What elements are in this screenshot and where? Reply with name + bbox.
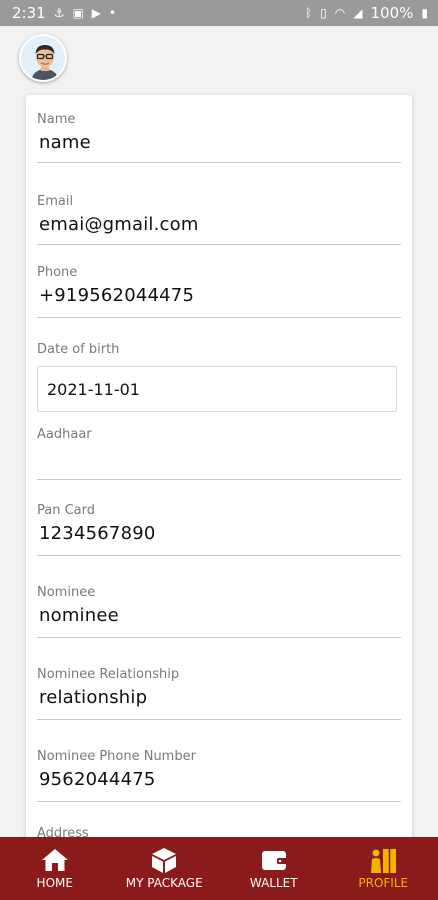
avatar[interactable] xyxy=(19,34,67,82)
nav-home-label: HOME xyxy=(36,876,73,890)
phone-label: Phone xyxy=(37,265,78,280)
aadhaar-label: Aadhaar xyxy=(37,427,92,442)
nominee-relationship-field[interactable]: Nominee Relationship relationship xyxy=(37,667,401,720)
package-icon xyxy=(150,846,178,874)
avatar-image xyxy=(21,36,65,80)
dob-input[interactable]: 2021-11-01 xyxy=(37,366,397,412)
nav-wallet[interactable]: WALLET xyxy=(219,837,329,900)
phone-value[interactable]: +919562044475 xyxy=(37,284,401,308)
nominee-relationship-underline xyxy=(37,719,401,720)
nav-wallet-label: WALLET xyxy=(249,876,298,890)
profile-form-card: Name name Email emai@gmail.com Phone +91… xyxy=(26,95,412,855)
aadhaar-underline xyxy=(37,479,401,480)
bluetooth-icon: ᛒ xyxy=(304,6,313,20)
pan-label: Pan Card xyxy=(37,503,96,518)
name-underline xyxy=(37,162,401,163)
status-left: 2:31 ⚓ ▣ ▶ • xyxy=(12,4,116,22)
phone-underline xyxy=(37,317,401,318)
name-label: Name xyxy=(37,112,76,127)
phone-field[interactable]: Phone +919562044475 xyxy=(37,265,401,318)
profile-icon xyxy=(368,846,398,874)
nav-my-package[interactable]: MY PACKAGE xyxy=(110,837,220,900)
email-label: Email xyxy=(37,194,74,209)
email-field[interactable]: Email emai@gmail.com xyxy=(37,194,401,245)
signal-icon: ◢ xyxy=(353,6,363,20)
nav-profile-label: PROFILE xyxy=(358,876,409,890)
pan-underline xyxy=(37,555,401,556)
home-icon xyxy=(40,846,70,874)
dot-icon: • xyxy=(109,6,117,20)
status-time: 2:31 xyxy=(12,4,46,22)
dob-label: Date of birth xyxy=(37,342,120,357)
wallet-icon xyxy=(260,846,288,874)
status-right: ᛒ ▯ ◠ ◢ 100% ▮ xyxy=(305,4,428,22)
nominee-label: Nominee xyxy=(37,585,96,600)
dob-field: Date of birth xyxy=(37,342,401,358)
pan-value[interactable]: 1234567890 xyxy=(37,522,401,546)
name-value[interactable]: name xyxy=(37,131,401,155)
nav-profile[interactable]: PROFILE xyxy=(329,837,438,900)
nominee-underline xyxy=(37,637,401,638)
gallery-icon: ▣ xyxy=(72,6,84,20)
battery-level: 100% xyxy=(370,4,414,22)
nominee-phone-field[interactable]: Nominee Phone Number 9562044475 xyxy=(37,749,401,802)
aadhaar-field[interactable]: Aadhaar xyxy=(37,427,401,480)
bottom-navigation: HOME MY PACKAGE WALLET PROFILE xyxy=(0,837,438,900)
nominee-relationship-label: Nominee Relationship xyxy=(37,667,180,682)
usb-icon: ⚓ xyxy=(53,6,65,20)
battery-icon: ▮ xyxy=(421,6,428,20)
nominee-relationship-value[interactable]: relationship xyxy=(37,686,401,710)
wifi-icon: ◠ xyxy=(334,6,346,20)
youtube-icon: ▶ xyxy=(91,6,102,20)
nav-my-package-label: MY PACKAGE xyxy=(125,876,203,890)
nominee-phone-value[interactable]: 9562044475 xyxy=(37,768,401,792)
nominee-field[interactable]: Nominee nominee xyxy=(37,585,401,638)
status-bar: 2:31 ⚓ ▣ ▶ • ᛒ ▯ ◠ ◢ 100% ▮ xyxy=(0,0,438,26)
email-value[interactable]: emai@gmail.com xyxy=(37,213,401,237)
name-field[interactable]: Name name xyxy=(37,112,401,163)
nominee-phone-underline xyxy=(37,801,401,802)
nominee-value[interactable]: nominee xyxy=(37,604,401,628)
vibrate-icon: ▯ xyxy=(320,6,327,20)
email-underline xyxy=(37,244,401,245)
nav-home[interactable]: HOME xyxy=(0,837,110,900)
nominee-phone-label: Nominee Phone Number xyxy=(37,749,196,764)
pan-field[interactable]: Pan Card 1234567890 xyxy=(37,503,401,556)
